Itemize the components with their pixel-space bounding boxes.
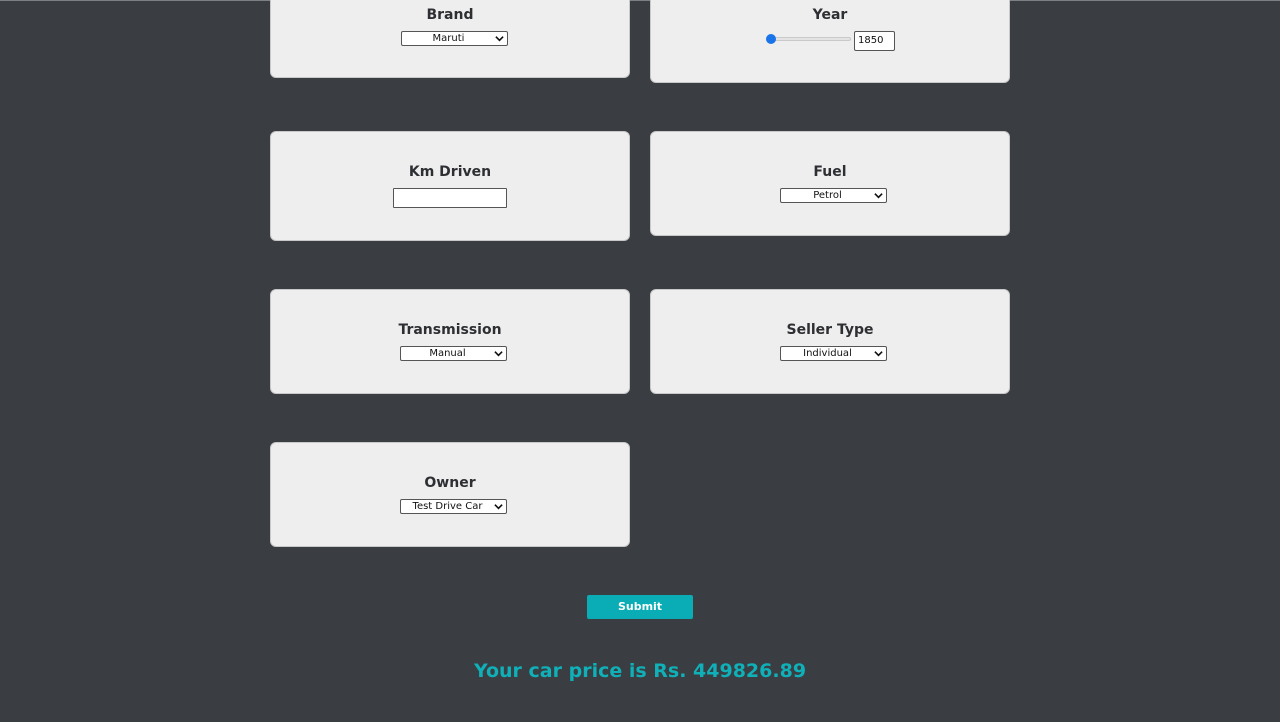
km-driven-label: Km Driven <box>408 164 492 180</box>
owner-card: Owner Test Drive Car <box>270 442 630 547</box>
year-input[interactable]: 1850 <box>854 31 895 51</box>
brand-select-value: Maruti <box>432 33 465 44</box>
brand-label: Brand <box>426 7 474 23</box>
chevron-down-icon <box>874 193 883 199</box>
transmission-select-value: Manual <box>429 348 466 359</box>
owner-label: Owner <box>424 475 476 491</box>
km-driven-card: Km Driven <box>270 131 630 241</box>
fuel-select[interactable]: Petrol <box>780 188 887 203</box>
chevron-down-icon <box>494 351 503 357</box>
submit-button[interactable]: Submit <box>587 595 693 619</box>
price-result: Your car price is Rs. 449826.89 <box>473 660 807 682</box>
fuel-select-value: Petrol <box>813 190 842 201</box>
fuel-label: Fuel <box>813 164 847 180</box>
brand-select[interactable]: Maruti <box>401 31 508 46</box>
owner-select-value: Test Drive Car <box>412 501 483 512</box>
fuel-card: Fuel Petrol <box>650 131 1010 236</box>
transmission-label: Transmission <box>398 322 502 338</box>
top-border <box>0 0 1280 1</box>
seller-type-label: Seller Type <box>786 322 874 338</box>
year-slider[interactable] <box>766 37 851 41</box>
chevron-down-icon <box>495 36 504 42</box>
seller-type-card: Seller Type Individual <box>650 289 1010 394</box>
owner-select[interactable]: Test Drive Car <box>400 499 507 514</box>
transmission-select[interactable]: Manual <box>400 346 507 361</box>
seller-type-select-value: Individual <box>803 348 852 359</box>
km-driven-input[interactable] <box>393 188 507 208</box>
year-card: Year 1850 <box>650 0 1010 83</box>
transmission-card: Transmission Manual <box>270 289 630 394</box>
chevron-down-icon <box>494 504 503 510</box>
seller-type-select[interactable]: Individual <box>780 346 887 361</box>
brand-card: Brand Maruti <box>270 0 630 78</box>
year-label: Year <box>812 7 848 23</box>
chevron-down-icon <box>874 351 883 357</box>
year-slider-thumb[interactable] <box>766 34 776 44</box>
